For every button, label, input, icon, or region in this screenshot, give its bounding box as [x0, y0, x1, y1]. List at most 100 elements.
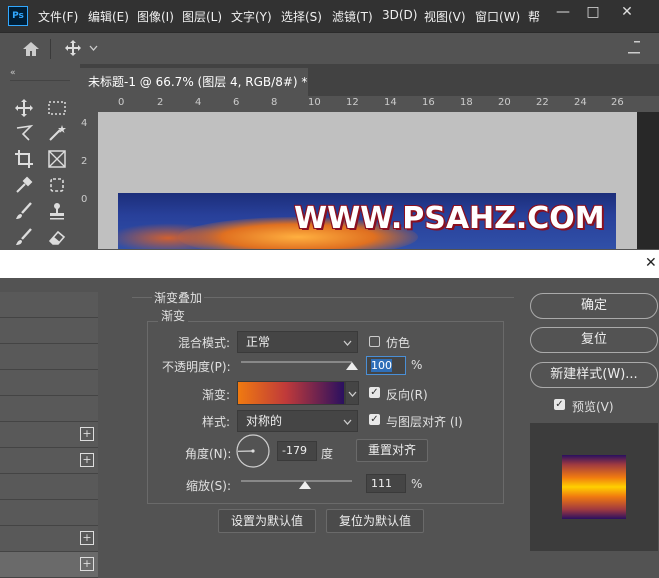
move-tool-icon[interactable] — [64, 39, 82, 57]
list-item-selected[interactable]: + — [0, 552, 98, 578]
preview-label: 预览(V) — [572, 398, 614, 415]
new-style-button[interactable]: 新建样式(W)... — [530, 362, 658, 388]
preview-checkbox[interactable]: ✓ — [554, 399, 565, 410]
reverse-checkbox[interactable]: ✓ — [369, 387, 380, 398]
lasso-tool-icon[interactable] — [13, 122, 35, 144]
list-item[interactable] — [0, 292, 98, 318]
ruler-label: 4 — [195, 97, 201, 108]
angle-value: -179 — [282, 444, 307, 457]
menu-select[interactable]: 选择(S) — [281, 8, 322, 25]
frame-tool-icon[interactable] — [46, 148, 68, 170]
ruler-label: 20 — [498, 97, 511, 108]
opacity-slider-track[interactable] — [241, 361, 352, 363]
reset-button[interactable]: 复位 — [530, 327, 658, 353]
angle-dial[interactable] — [235, 433, 271, 469]
add-icon[interactable]: + — [80, 453, 94, 467]
opacity-input[interactable]: 100 — [366, 356, 406, 375]
style-preview-box — [530, 423, 658, 551]
menu-edit[interactable]: 编辑(E) — [88, 8, 129, 25]
eyedropper-tool-icon[interactable] — [13, 174, 35, 196]
home-icon[interactable] — [22, 41, 40, 57]
marquee-tool-icon[interactable] — [46, 97, 68, 119]
horizontal-ruler: 0 2 4 6 8 10 12 14 16 18 20 22 24 26 — [98, 96, 659, 113]
chevron-down-icon — [348, 391, 357, 397]
list-item[interactable] — [0, 370, 98, 396]
gradient-dropdown[interactable] — [345, 381, 359, 405]
blend-mode-select[interactable]: 正常 — [237, 331, 358, 353]
history-brush-tool-icon[interactable] — [13, 226, 35, 248]
document-tab[interactable]: 未标题-1 @ 66.7% (图层 4, RGB/8#) * × — [80, 68, 308, 96]
scale-input[interactable]: 111 — [366, 474, 406, 493]
canvas-area[interactable]: WWW.PSAHZ.COM — [98, 112, 659, 249]
styles-list: + + + + — [0, 278, 112, 575]
ruler-label: 2 — [157, 97, 163, 108]
list-item[interactable] — [0, 344, 98, 370]
style-select[interactable]: 对称的 — [237, 410, 358, 432]
ruler-label: 24 — [574, 97, 587, 108]
ruler-label: 18 — [460, 97, 473, 108]
chevron-down-icon — [343, 419, 352, 425]
menu-filter[interactable]: 滤镜(T) — [332, 8, 373, 25]
close-window-button[interactable]: ✕ — [612, 2, 642, 22]
eraser-tool-icon[interactable] — [46, 226, 68, 248]
add-icon[interactable]: + — [80, 427, 94, 441]
menu-type[interactable]: 文字(Y) — [231, 8, 272, 25]
vertical-ruler: 4 2 0 — [80, 96, 98, 249]
group-title: 渐变 — [158, 307, 188, 324]
angle-input[interactable]: -179 — [277, 441, 317, 461]
menu-view[interactable]: 视图(V) — [424, 8, 466, 25]
align-layer-checkbox[interactable]: ✓ — [369, 414, 380, 425]
brush-tool-icon[interactable] — [13, 200, 35, 222]
menu-window[interactable]: 窗口(W) — [475, 8, 520, 25]
opacity-slider-thumb[interactable] — [346, 362, 358, 370]
list-item[interactable]: + — [0, 448, 98, 474]
gradient-picker[interactable] — [237, 381, 345, 405]
scale-slider-thumb[interactable] — [299, 481, 311, 489]
list-item[interactable] — [0, 396, 98, 422]
ruler-label: 4 — [81, 118, 87, 129]
reset-align-button[interactable]: 重置对齐 — [356, 439, 428, 462]
crop-tool-icon[interactable] — [13, 148, 35, 170]
panel-menu-icon[interactable] — [626, 40, 642, 58]
ruler-label: 26 — [611, 97, 624, 108]
list-item[interactable]: + — [0, 422, 98, 448]
document-tab-title: 未标题-1 @ 66.7% (图层 4, RGB/8#) * — [88, 75, 307, 89]
cloud-glow — [118, 223, 228, 249]
dialog-close-button[interactable]: ✕ — [645, 255, 657, 271]
blend-mode-label: 混合模式: — [178, 334, 230, 351]
clone-stamp-tool-icon[interactable] — [46, 200, 68, 222]
menu-image[interactable]: 图像(I) — [137, 8, 174, 25]
ruler-label: 6 — [233, 97, 239, 108]
ruler-label: 10 — [308, 97, 321, 108]
ok-button[interactable]: 确定 — [530, 293, 658, 319]
add-icon[interactable]: + — [80, 557, 94, 571]
ruler-label: 8 — [271, 97, 277, 108]
scale-label: 缩放(S): — [186, 477, 231, 494]
add-icon[interactable]: + — [80, 531, 94, 545]
set-default-button[interactable]: 设置为默认值 — [218, 509, 316, 533]
chevron-down-icon[interactable] — [89, 45, 98, 51]
scale-slider-track[interactable] — [241, 480, 352, 482]
maximize-button[interactable]: □ — [578, 2, 608, 22]
menu-layer[interactable]: 图层(L) — [182, 8, 222, 25]
list-item[interactable] — [0, 474, 98, 500]
list-item[interactable] — [0, 318, 98, 344]
reset-default-button[interactable]: 复位为默认值 — [326, 509, 424, 533]
list-item[interactable]: + — [0, 526, 98, 552]
toolbar: « — [0, 64, 80, 249]
menu-help[interactable]: 帮 — [528, 8, 540, 25]
patch-tool-icon[interactable] — [46, 174, 68, 196]
menu-3d[interactable]: 3D(D) — [382, 8, 417, 22]
collapse-icon[interactable]: « — [10, 68, 16, 78]
magic-wand-icon[interactable] — [46, 122, 68, 144]
style-label: 样式: — [202, 413, 230, 430]
list-item[interactable] — [0, 500, 98, 526]
menu-file[interactable]: 文件(F) — [38, 8, 78, 25]
blend-mode-value: 正常 — [246, 335, 270, 349]
reverse-label: 反向(R) — [386, 386, 428, 403]
dither-checkbox[interactable] — [369, 336, 380, 347]
document-canvas[interactable]: WWW.PSAHZ.COM — [98, 112, 637, 249]
move-tool-icon[interactable] — [13, 97, 35, 119]
photoshop-logo-icon: Ps — [8, 6, 28, 26]
minimize-button[interactable]: — — [548, 2, 578, 22]
